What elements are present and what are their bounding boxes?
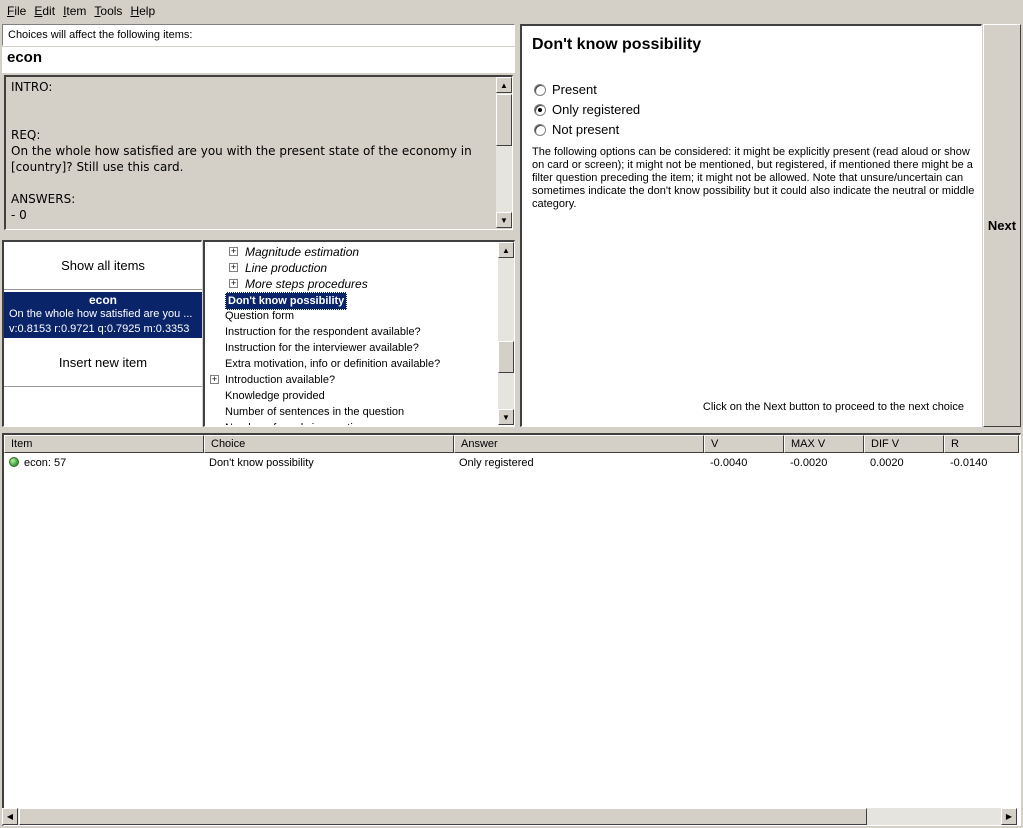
tree-node-label: Knowledge provided	[225, 390, 325, 402]
tree-node-label: Extra motivation, info or definition ava…	[225, 358, 441, 370]
menu-tools[interactable]: Tools	[90, 1, 126, 21]
menu-item[interactable]: Item	[59, 1, 90, 21]
menu-file[interactable]: File	[3, 1, 30, 21]
cell-dif-v: 0.0020	[870, 457, 904, 469]
radio-label: Present	[552, 82, 597, 97]
choice-title: Don't know possibility	[532, 36, 702, 53]
tree-node-label: More steps procedures	[245, 277, 368, 291]
column-header-item[interactable]: Item	[4, 435, 204, 453]
cell-r: -0.0140	[950, 457, 988, 469]
scrollbar-thumb[interactable]	[19, 808, 867, 825]
column-header-answer[interactable]: Answer	[454, 435, 704, 453]
list-item-stats: v:0.8153 r:0.9721 q:0.7925 m:0.3353	[9, 323, 190, 335]
radio-button[interactable]	[534, 83, 546, 96]
next-button[interactable]: Next	[983, 24, 1021, 427]
list-item-econ[interactable]: econ On the whole how satisfied are you …	[4, 292, 202, 338]
radio-not-present[interactable]: Not present	[534, 122, 619, 137]
scroll-up-arrow-icon[interactable]: ▲	[498, 242, 514, 258]
scroll-down-arrow-icon[interactable]: ▼	[498, 409, 514, 425]
expand-plus-icon[interactable]: +	[229, 279, 238, 288]
scrollbar-thumb[interactable]	[498, 341, 514, 373]
tree-scrollbar[interactable]: ▲ ▼	[498, 242, 514, 425]
item-list: Show all items econ On the whole how sat…	[2, 240, 202, 427]
column-header-max-v[interactable]: MAX V	[784, 435, 864, 453]
radio-label: Only registered	[552, 102, 641, 117]
cell-max-v: -0.0020	[790, 457, 828, 469]
menu-bar: File Edit Item Tools Help	[0, 0, 1023, 22]
tree-node-label: Instruction for the interviewer availabl…	[225, 342, 419, 354]
column-header-v[interactable]: V	[704, 435, 784, 453]
radio-button[interactable]	[534, 123, 546, 136]
column-header-choice[interactable]: Choice	[204, 435, 454, 453]
cell-item: econ: 57	[4, 455, 204, 471]
menu-help[interactable]: Help	[126, 1, 159, 21]
expand-plus-icon[interactable]: +	[229, 247, 238, 256]
results-table: Item Choice Answer V MAX V DIF V R econ:…	[2, 433, 1021, 826]
table-header: Item Choice Answer V MAX V DIF V R	[4, 435, 1019, 453]
column-header-r[interactable]: R	[944, 435, 1019, 453]
choice-tree: + Magnitude estimation + Line production + Mo…	[203, 240, 515, 427]
tree-node-label: Instruction for the respondent available…	[225, 326, 421, 338]
list-item-title: econ	[88, 293, 117, 307]
item-text-scrollbar[interactable]: ▲ ▼	[496, 77, 512, 228]
scroll-right-arrow-icon[interactable]: ▶	[1001, 808, 1017, 825]
tree-node-label: Question form	[225, 310, 295, 322]
table-row[interactable]: econ: 57 Don't know possibility Only reg…	[4, 455, 1019, 471]
tree-node-label: Number of words in question	[225, 420, 365, 425]
menu-edit[interactable]: Edit	[30, 1, 59, 21]
tree-node-label: Introduction available?	[225, 374, 336, 386]
next-hint: Click on the Next button to proceed to t…	[702, 401, 964, 413]
choice-description: The following options can be considered:…	[532, 146, 975, 210]
item-text-panel: INTRO: REQ: On the whole how satisfied a…	[4, 75, 513, 230]
radio-label: Not present	[552, 122, 620, 137]
cell-choice: Don't know possibility	[209, 457, 314, 469]
radio-button[interactable]	[534, 103, 546, 116]
expand-plus-icon[interactable]: +	[210, 375, 219, 384]
item-text: INTRO: REQ: On the whole how satisfied a…	[11, 80, 472, 222]
status-dot-icon	[9, 457, 19, 467]
radio-only-registered[interactable]: Only registered	[534, 102, 640, 117]
tree-node-label: Number of sentences in the question	[225, 406, 405, 418]
insert-new-item-button[interactable]: Insert new item	[4, 339, 202, 387]
item-name-heading: econ	[2, 47, 515, 73]
expand-plus-icon[interactable]: +	[229, 263, 238, 272]
choice-panel: Don't know possibility Present Only regi…	[520, 24, 982, 427]
cell-v: -0.0040	[710, 457, 748, 469]
scroll-up-arrow-icon[interactable]: ▲	[496, 77, 512, 93]
show-all-items-button[interactable]: Show all items	[4, 242, 202, 290]
affect-label: Choices will affect the following items:	[2, 24, 515, 46]
scrollbar-thumb[interactable]	[496, 94, 512, 146]
column-header-dif-v[interactable]: DIF V	[864, 435, 944, 453]
radio-present[interactable]: Present	[534, 82, 597, 97]
cell-answer: Only registered	[459, 457, 534, 469]
tree-node-label: Line production	[245, 261, 328, 275]
scroll-left-arrow-icon[interactable]: ◀	[2, 808, 18, 825]
list-item-description: On the whole how satisfied are you ...	[9, 308, 193, 320]
scroll-down-arrow-icon[interactable]: ▼	[496, 212, 512, 228]
tree-node-label: Magnitude estimation	[245, 245, 360, 259]
results-horizontal-scrollbar[interactable]: ◀ ▶	[2, 808, 1017, 825]
